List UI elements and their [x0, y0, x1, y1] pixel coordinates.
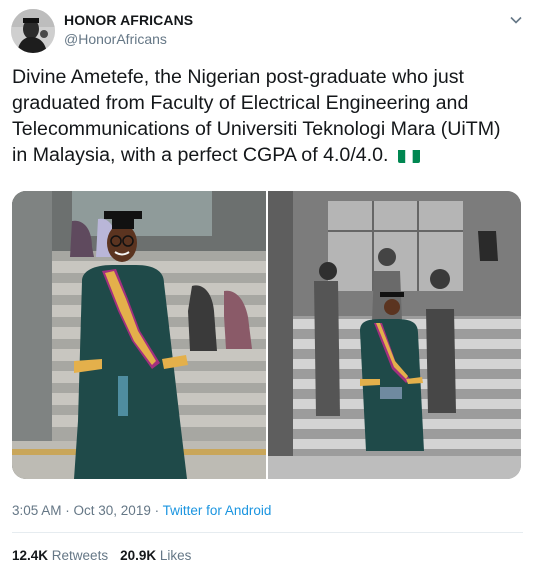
tweet-stats: 12.4K Retweets 20.9K Likes [12, 548, 191, 563]
likes-stat[interactable]: 20.9K Likes [120, 548, 191, 563]
tweet-text: Divine Ametefe, the Nigerian post-gradua… [12, 64, 512, 168]
divider [12, 532, 523, 533]
author-handle[interactable]: @HonorAfricans [64, 31, 167, 47]
tweet-card: HONOR AFRICANS @HonorAfricans Divine Ame… [0, 0, 535, 575]
retweets-stat[interactable]: 12.4K Retweets [12, 548, 108, 563]
tweet-source-link[interactable]: Twitter for Android [163, 503, 272, 518]
tweet-time[interactable]: 3:05 AM [12, 503, 62, 518]
retweets-label: Retweets [51, 548, 109, 563]
tweet-body: Divine Ametefe, the Nigerian post-gradua… [12, 66, 501, 166]
author-name[interactable]: HONOR AFRICANS [64, 12, 193, 28]
tweet-date[interactable]: Oct 30, 2019 [74, 503, 151, 518]
likes-label: Likes [159, 548, 192, 563]
retweets-count: 12.4K [12, 548, 49, 563]
meta-separator: · [150, 503, 163, 518]
tweet-meta: 3:05 AM · Oct 30, 2019 · Twitter for And… [12, 503, 271, 518]
tweet-photo-right[interactable] [268, 191, 521, 479]
avatar[interactable] [11, 9, 55, 53]
chevron-down-icon [510, 16, 522, 24]
tweet-photo-left[interactable] [12, 191, 266, 479]
likes-count: 20.9K [120, 548, 157, 563]
more-options-caret[interactable] [507, 11, 525, 29]
nigeria-flag-icon [397, 147, 420, 163]
meta-separator: · [61, 503, 74, 518]
